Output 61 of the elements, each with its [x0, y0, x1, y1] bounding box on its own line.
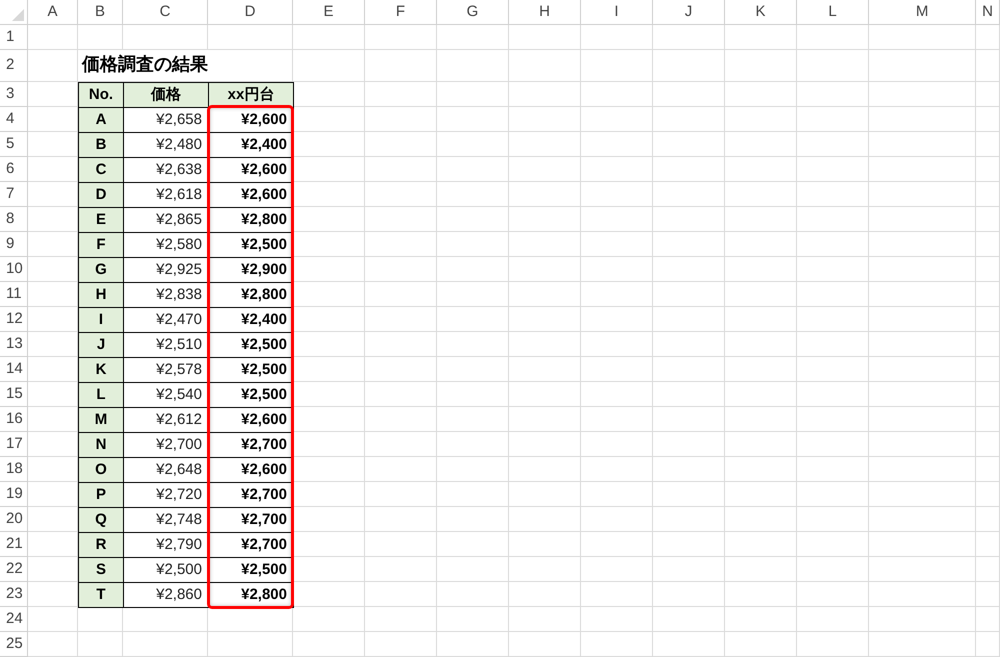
row-header[interactable]: 25	[0, 632, 28, 657]
table-cell: D	[78, 182, 124, 208]
row-header[interactable]: 14	[0, 357, 28, 382]
row-header[interactable]: 9	[0, 232, 28, 257]
table-cell: Q	[78, 507, 124, 533]
row-header[interactable]: 15	[0, 382, 28, 407]
row-header[interactable]: 7	[0, 182, 28, 207]
table-cell: F	[78, 232, 124, 258]
row-header[interactable]: 22	[0, 557, 28, 582]
table-cell: J	[78, 332, 124, 358]
table-cell: E	[78, 207, 124, 233]
row-header[interactable]: 20	[0, 507, 28, 532]
column-header[interactable]: B	[78, 0, 123, 25]
column-header[interactable]: E	[293, 0, 365, 25]
table-cell: R	[78, 532, 124, 558]
column-header[interactable]: L	[797, 0, 869, 25]
table-cell: K	[78, 357, 124, 383]
column-header[interactable]: G	[437, 0, 509, 25]
column-header[interactable]: D	[208, 0, 293, 25]
column-header[interactable]: H	[509, 0, 581, 25]
table-cell: C	[78, 157, 124, 183]
table-cell: G	[78, 257, 124, 283]
row-header[interactable]: 16	[0, 407, 28, 432]
column-header[interactable]: F	[365, 0, 437, 25]
row-header[interactable]: 23	[0, 582, 28, 607]
column-header[interactable]: C	[123, 0, 208, 25]
table-cell: T	[78, 582, 124, 608]
row-header[interactable]: 21	[0, 532, 28, 557]
row-header[interactable]: 2	[0, 50, 28, 82]
row-header[interactable]: 6	[0, 157, 28, 182]
table-cell: I	[78, 307, 124, 333]
table-cell: B	[78, 132, 124, 158]
row-header[interactable]: 18	[0, 457, 28, 482]
row-header[interactable]: 24	[0, 607, 28, 632]
row-header[interactable]: 1	[0, 25, 28, 50]
table-cell: S	[78, 557, 124, 583]
row-header[interactable]: 19	[0, 482, 28, 507]
table-cell: O	[78, 457, 124, 483]
table-cell: P	[78, 482, 124, 508]
row-header[interactable]: 11	[0, 282, 28, 307]
table-cell: M	[78, 407, 124, 433]
table-cell: L	[78, 382, 124, 408]
table-header: No.	[78, 82, 124, 108]
column-header[interactable]: N	[976, 0, 1000, 25]
column-header[interactable]: A	[28, 0, 78, 25]
row-header[interactable]: 17	[0, 432, 28, 457]
table-cell: N	[78, 432, 124, 458]
column-header[interactable]: M	[869, 0, 976, 25]
row-header[interactable]: 13	[0, 332, 28, 357]
row-header[interactable]: 10	[0, 257, 28, 282]
row-header[interactable]: 4	[0, 107, 28, 132]
column-header[interactable]: J	[653, 0, 725, 25]
table-cell: H	[78, 282, 124, 308]
column-header[interactable]: K	[725, 0, 797, 25]
table-cell: A	[78, 107, 124, 133]
row-header[interactable]: 3	[0, 82, 28, 107]
row-header[interactable]: 5	[0, 132, 28, 157]
table-header: 価格	[123, 82, 209, 108]
row-header[interactable]: 8	[0, 207, 28, 232]
row-header[interactable]: 12	[0, 307, 28, 332]
column-header[interactable]: I	[581, 0, 653, 25]
